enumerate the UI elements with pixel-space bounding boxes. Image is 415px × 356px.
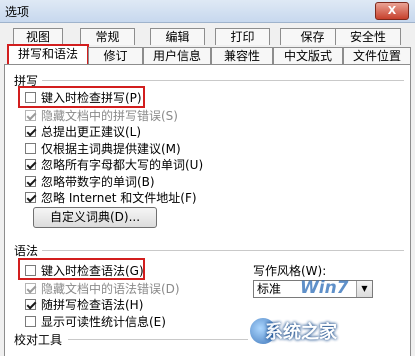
checkbox[interactable] xyxy=(25,298,36,310)
writing-style-value: 标准 xyxy=(257,282,282,296)
tab-spelling-grammar[interactable]: 拼写和语法 xyxy=(7,44,89,66)
check-grammar-with-spelling[interactable]: 随拼写检查语法(H) xyxy=(25,296,143,312)
grammar-divider xyxy=(42,250,404,251)
option-label: 隐藏文档中的语法错误(D) xyxy=(41,281,180,296)
tab-view[interactable]: 视图 xyxy=(13,28,63,45)
watermark-logo: Win7 xyxy=(300,278,349,298)
proofing-divider xyxy=(68,339,248,340)
show-readability-statistics[interactable]: 显示可读性统计信息(E) xyxy=(25,313,166,329)
checkbox[interactable] xyxy=(25,142,36,154)
checkbox[interactable] xyxy=(25,315,36,327)
checkbox[interactable] xyxy=(25,175,36,187)
grammar-group-label: 语法 xyxy=(14,244,39,258)
suggest-from-main-dictionary-only[interactable]: 仅根据主词典提供建议(M) xyxy=(25,140,181,156)
window-title: 选项 xyxy=(5,5,30,19)
tab-security[interactable]: 安全性 xyxy=(335,28,401,45)
writing-style-label: 写作风格(W): xyxy=(253,264,327,278)
always-suggest-corrections[interactable]: 总提出更正建议(L) xyxy=(25,123,141,139)
title-bar: 选项 X xyxy=(0,0,415,23)
checkbox[interactable] xyxy=(25,109,36,121)
checkbox[interactable] xyxy=(25,158,36,170)
tab-track-changes[interactable]: 修订 xyxy=(88,47,143,64)
hide-spelling-errors[interactable]: 隐藏文档中的拼写错误(S) xyxy=(25,107,178,123)
tab-edit[interactable]: 编辑 xyxy=(150,28,205,45)
spelling-divider xyxy=(42,80,404,81)
option-label: 显示可读性统计信息(E) xyxy=(41,314,166,329)
option-label: 随拼写检查语法(H) xyxy=(41,297,144,312)
highlight-box xyxy=(18,86,145,108)
checkbox[interactable] xyxy=(25,191,36,203)
tab-print[interactable]: 打印 xyxy=(215,28,270,45)
ignore-internet-addresses[interactable]: 忽略 Internet 和文件地址(F) xyxy=(25,189,197,205)
option-label: 忽略 Internet 和文件地址(F) xyxy=(41,190,197,205)
checkbox[interactable] xyxy=(25,282,36,294)
tab-user-info[interactable]: 用户信息 xyxy=(143,47,211,64)
hide-grammar-errors[interactable]: 隐藏文档中的语法错误(D) xyxy=(25,280,180,296)
option-label: 忽略所有字母都大写的单词(U) xyxy=(41,157,204,172)
option-label: 隐藏文档中的拼写错误(S) xyxy=(41,108,178,123)
custom-dictionaries-button[interactable]: 自定义词典(D)... xyxy=(33,207,157,228)
tab-compatibility[interactable]: 兼容性 xyxy=(211,47,273,64)
option-label: 忽略带数字的单词(B) xyxy=(41,174,155,189)
tab-asian-typography[interactable]: 中文版式 xyxy=(273,47,343,64)
watermark-site-text: 系统之家 xyxy=(265,322,337,343)
option-label: 总提出更正建议(L) xyxy=(41,124,142,139)
close-button[interactable]: X xyxy=(375,2,409,20)
option-label: 仅根据主词典提供建议(M) xyxy=(41,141,181,156)
tab-file-locations[interactable]: 文件位置 xyxy=(343,47,411,64)
tab-general[interactable]: 常规 xyxy=(80,28,135,45)
proofing-group-label: 校对工具 xyxy=(14,333,63,347)
checkbox[interactable] xyxy=(25,125,36,137)
ignore-uppercase-words[interactable]: 忽略所有字母都大写的单词(U) xyxy=(25,156,203,172)
highlight-box xyxy=(18,258,145,280)
ignore-words-with-numbers[interactable]: 忽略带数字的单词(B) xyxy=(25,173,155,189)
